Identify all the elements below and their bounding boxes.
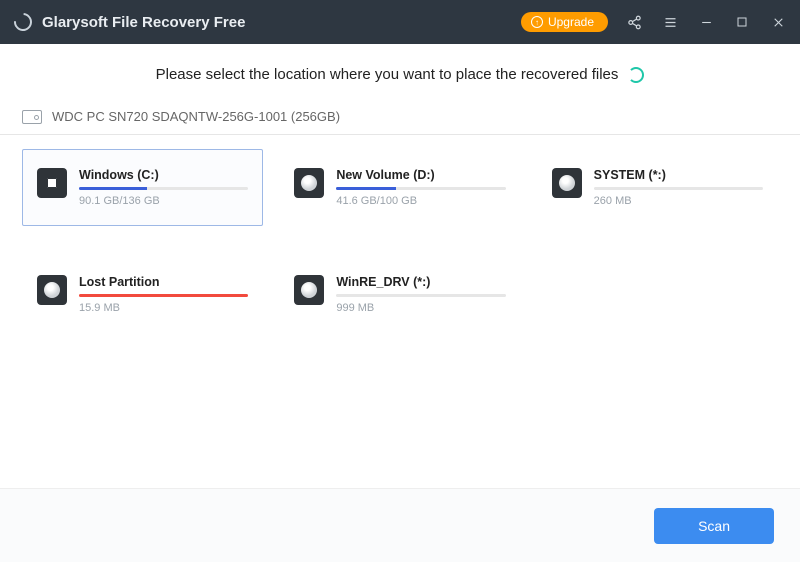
drive-name: Lost Partition [79, 275, 248, 289]
drive-name: WinRE_DRV (*:) [336, 275, 505, 289]
drive-card[interactable]: Windows (C:) 90.1 GB/136 GB [22, 149, 263, 226]
usage-bar [79, 294, 248, 297]
maximize-button[interactable] [734, 14, 750, 30]
usage-bar [336, 187, 505, 190]
drive-name: New Volume (D:) [336, 168, 505, 182]
app-title: Glarysoft File Recovery Free [42, 14, 245, 31]
drive-size: 15.9 MB [79, 302, 248, 314]
app-logo-icon [10, 9, 35, 34]
drive-icon [552, 168, 582, 198]
instruction-row: Please select the location where you wan… [0, 44, 800, 101]
drive-info: Windows (C:) 90.1 GB/136 GB [79, 168, 248, 207]
titlebar: Glarysoft File Recovery Free ↑ Upgrade [0, 0, 800, 44]
usage-bar [79, 187, 248, 190]
disk-header: WDC PC SN720 SDAQNTW-256G-1001 (256GB) [0, 101, 800, 135]
drive-name: SYSTEM (*:) [594, 168, 763, 182]
disk-label: WDC PC SN720 SDAQNTW-256G-1001 (256GB) [52, 109, 340, 124]
upgrade-button[interactable]: ↑ Upgrade [521, 12, 608, 32]
drive-card[interactable]: WinRE_DRV (*:) 999 MB [279, 256, 520, 333]
instruction-text: Please select the location where you wan… [156, 66, 619, 83]
usage-bar [336, 294, 505, 297]
drives-grid: Windows (C:) 90.1 GB/136 GB New Volume (… [0, 135, 800, 347]
drive-name: Windows (C:) [79, 168, 248, 182]
refresh-icon[interactable] [628, 67, 644, 83]
drive-card[interactable]: SYSTEM (*:) 260 MB [537, 149, 778, 226]
drive-info: SYSTEM (*:) 260 MB [594, 168, 763, 207]
close-button[interactable] [770, 14, 786, 30]
drive-card[interactable]: New Volume (D:) 41.6 GB/100 GB [279, 149, 520, 226]
hdd-icon [22, 110, 42, 124]
minimize-button[interactable] [698, 14, 714, 30]
menu-icon[interactable] [662, 14, 678, 30]
scan-label: Scan [698, 518, 730, 534]
drive-size: 260 MB [594, 195, 763, 207]
drive-info: WinRE_DRV (*:) 999 MB [336, 275, 505, 314]
upgrade-label: Upgrade [548, 15, 594, 29]
share-icon[interactable] [626, 14, 642, 30]
drive-info: Lost Partition 15.9 MB [79, 275, 248, 314]
drive-icon [37, 275, 67, 305]
drive-icon [294, 168, 324, 198]
upgrade-arrow-icon: ↑ [531, 16, 543, 28]
drive-card[interactable]: Lost Partition 15.9 MB [22, 256, 263, 333]
drive-size: 41.6 GB/100 GB [336, 195, 505, 207]
drive-icon [37, 168, 67, 198]
drive-info: New Volume (D:) 41.6 GB/100 GB [336, 168, 505, 207]
usage-bar [594, 187, 763, 190]
drive-size: 90.1 GB/136 GB [79, 195, 248, 207]
scan-button[interactable]: Scan [654, 508, 774, 544]
footer: Scan [0, 488, 800, 562]
drive-size: 999 MB [336, 302, 505, 314]
drive-icon [294, 275, 324, 305]
